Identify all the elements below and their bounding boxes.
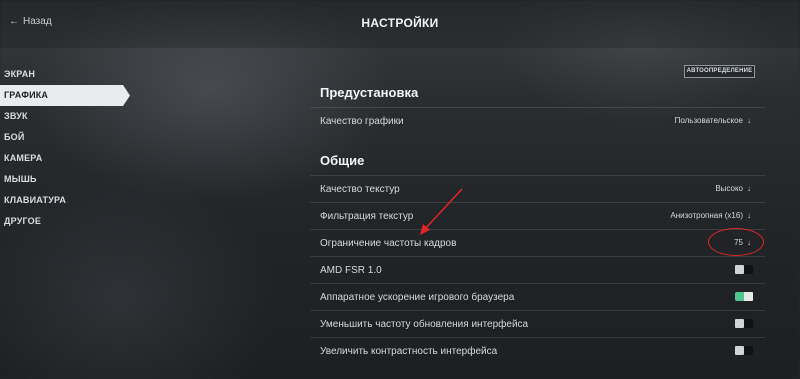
texture-filtering-dropdown[interactable]: Анизотропная (x16) ↓ [670,211,751,220]
dropdown-value: Анизотропная (x16) [670,211,743,220]
hw-acceleration-toggle[interactable] [735,292,753,301]
toggle-knob [744,292,753,301]
top-bar: ← Назад НАСТРОЙКИ [0,0,800,48]
setting-label: Фильтрация текстур [320,211,414,222]
autodetect-button[interactable]: АВТООПРЕДЕЛЕНИЕ [684,65,755,78]
setting-label: Увеличить контрастность интерфейса [320,346,498,357]
sidebar: ЭКРАН ГРАФИКА ЗВУК БОЙ КАМЕРА МЫШЬ КЛАВИ… [0,64,130,232]
chevron-down-icon: ↓ [747,116,751,125]
setting-label: Аппаратное ускорение игрового браузера [320,292,515,303]
page-title: НАСТРОЙКИ [361,16,439,30]
setting-row-hw-acceleration: Аппаратное ускорение игрового браузера [310,283,765,310]
dropdown-value: Пользовательское [674,116,743,125]
toggle-knob [735,346,744,355]
sidebar-item-screen[interactable]: ЭКРАН [0,64,130,85]
dropdown-value: Высоко [715,184,743,193]
setting-row-texture-filtering: Фильтрация текстур Анизотропная (x16) ↓ [310,202,765,229]
setting-row-texture-quality: Качество текстур Высоко ↓ [310,175,765,202]
reduce-ui-refresh-toggle[interactable] [735,319,753,328]
setting-label: AMD FSR 1.0 [320,265,382,276]
setting-row-graphics-quality: Качество графики Пользовательское ↓ [310,107,765,134]
amd-fsr-toggle[interactable] [735,265,753,274]
setting-label: Качество графики [320,116,404,127]
sidebar-item-keyboard[interactable]: КЛАВИАТУРА [0,190,130,211]
annotation-circle [708,228,764,256]
toggle-knob [735,265,744,274]
section-title-preset: Предустановка [320,85,419,100]
sidebar-item-sound[interactable]: ЗВУК [0,106,130,127]
graphics-quality-dropdown[interactable]: Пользовательское ↓ [675,116,751,125]
setting-row-frame-limit: Ограничение частоты кадров 75 ↓ [310,229,765,256]
setting-row-reduce-ui-refresh: Уменьшить частоту обновления интерфейса [310,310,765,337]
sidebar-item-graphics[interactable]: ГРАФИКА [0,85,130,106]
increase-contrast-toggle[interactable] [735,346,753,355]
setting-row-increase-contrast: Увеличить контрастность интерфейса [310,337,765,364]
section-title-general: Общие [320,153,365,168]
sidebar-item-mouse[interactable]: МЫШЬ [0,169,130,190]
setting-row-amd-fsr: AMD FSR 1.0 [310,256,765,283]
chevron-down-icon: ↓ [747,184,751,193]
sidebar-item-battle[interactable]: БОЙ [0,127,130,148]
setting-label: Ограничение частоты кадров [320,238,457,249]
texture-quality-dropdown[interactable]: Высоко ↓ [715,184,751,193]
setting-label: Качество текстур [320,184,400,195]
sidebar-item-other[interactable]: ДРУГОЕ [0,211,130,232]
sidebar-item-camera[interactable]: КАМЕРА [0,148,130,169]
toggle-knob [735,319,744,328]
setting-label: Уменьшить частоту обновления интерфейса [320,319,529,330]
chevron-down-icon: ↓ [747,211,751,220]
